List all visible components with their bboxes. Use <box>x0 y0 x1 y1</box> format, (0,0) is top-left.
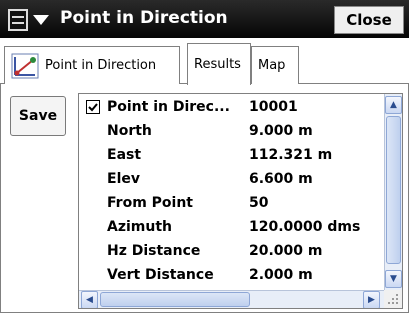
tab-label: Results <box>194 57 241 72</box>
row-value: 112.321 m <box>249 147 333 163</box>
title-bar: Point in Direction Close <box>0 0 409 38</box>
dropdown-arrow-icon <box>33 15 49 25</box>
vertical-scroll-thumb[interactable] <box>386 116 401 264</box>
tab-label: Map <box>258 58 286 73</box>
checkbox[interactable] <box>86 100 100 114</box>
scroll-right-button[interactable]: ▶ <box>363 291 380 308</box>
chevron-right-icon: ▶ <box>368 295 375 305</box>
resize-grip <box>384 290 402 308</box>
row-key: Azimuth <box>107 219 172 235</box>
list-item[interactable]: North 9.000 m <box>79 120 384 144</box>
chevron-up-icon: ▲ <box>390 100 397 110</box>
tab-results[interactable]: Results <box>187 43 251 85</box>
row-value: 120.0000 dms <box>249 219 361 235</box>
scroll-down-button[interactable]: ▼ <box>385 270 402 288</box>
horizontal-scroll-thumb[interactable] <box>100 292 250 307</box>
save-button[interactable]: Save <box>10 96 66 136</box>
list-item[interactable]: Azimuth 120.0000 dms <box>79 216 384 240</box>
close-button[interactable]: Close <box>334 6 404 34</box>
list-item[interactable]: Hz Distance 20.000 m <box>79 240 384 264</box>
tab-label: Point in Direction <box>45 58 157 73</box>
list-item[interactable]: Point in Direc... 10001 <box>79 96 384 120</box>
window-title: Point in Direction <box>60 8 228 28</box>
row-value: 20.000 m <box>249 243 323 259</box>
list-item[interactable]: Elev 6.600 m <box>79 168 384 192</box>
row-value: 2.000 m <box>249 267 313 283</box>
results-panel: Save Point in Direc... 10001 North 9.000… <box>0 84 409 313</box>
row-key: East <box>107 147 142 163</box>
row-value: 9.000 m <box>249 123 313 139</box>
row-value: 10001 <box>249 99 298 115</box>
tab-strip: Point in Direction Results Map <box>0 38 409 85</box>
row-value: 50 <box>249 195 269 211</box>
checkmark-icon <box>88 103 98 112</box>
horizontal-scrollbar[interactable]: ◀ ▶ <box>79 290 384 308</box>
list-item[interactable]: From Point 50 <box>79 192 384 216</box>
scroll-up-button[interactable]: ▲ <box>385 96 402 114</box>
list-item[interactable]: East 112.321 m <box>79 144 384 168</box>
chevron-left-icon: ◀ <box>86 295 93 305</box>
tab-map[interactable]: Map <box>251 46 299 84</box>
row-key: North <box>107 123 152 139</box>
row-key: Hz Distance <box>107 243 201 259</box>
row-key: From Point <box>107 195 193 211</box>
vertical-scrollbar[interactable]: ▲ ▼ <box>384 94 402 290</box>
tab-point-in-direction[interactable]: Point in Direction <box>4 46 180 84</box>
list-item[interactable]: Vert Distance 2.000 m <box>79 264 384 288</box>
grip-icon <box>388 294 398 304</box>
scroll-left-button[interactable]: ◀ <box>81 291 98 308</box>
chevron-down-icon: ▼ <box>390 274 397 284</box>
document-menu-icon <box>8 9 28 31</box>
row-key: Vert Distance <box>107 267 214 283</box>
results-list[interactable]: Point in Direc... 10001 North 9.000 m Ea… <box>78 93 403 309</box>
row-key: Elev <box>107 171 140 187</box>
window-menu-button[interactable] <box>8 9 58 31</box>
row-key: Point in Direc... <box>107 99 230 115</box>
point-direction-icon <box>11 53 39 79</box>
row-value: 6.600 m <box>249 171 313 187</box>
